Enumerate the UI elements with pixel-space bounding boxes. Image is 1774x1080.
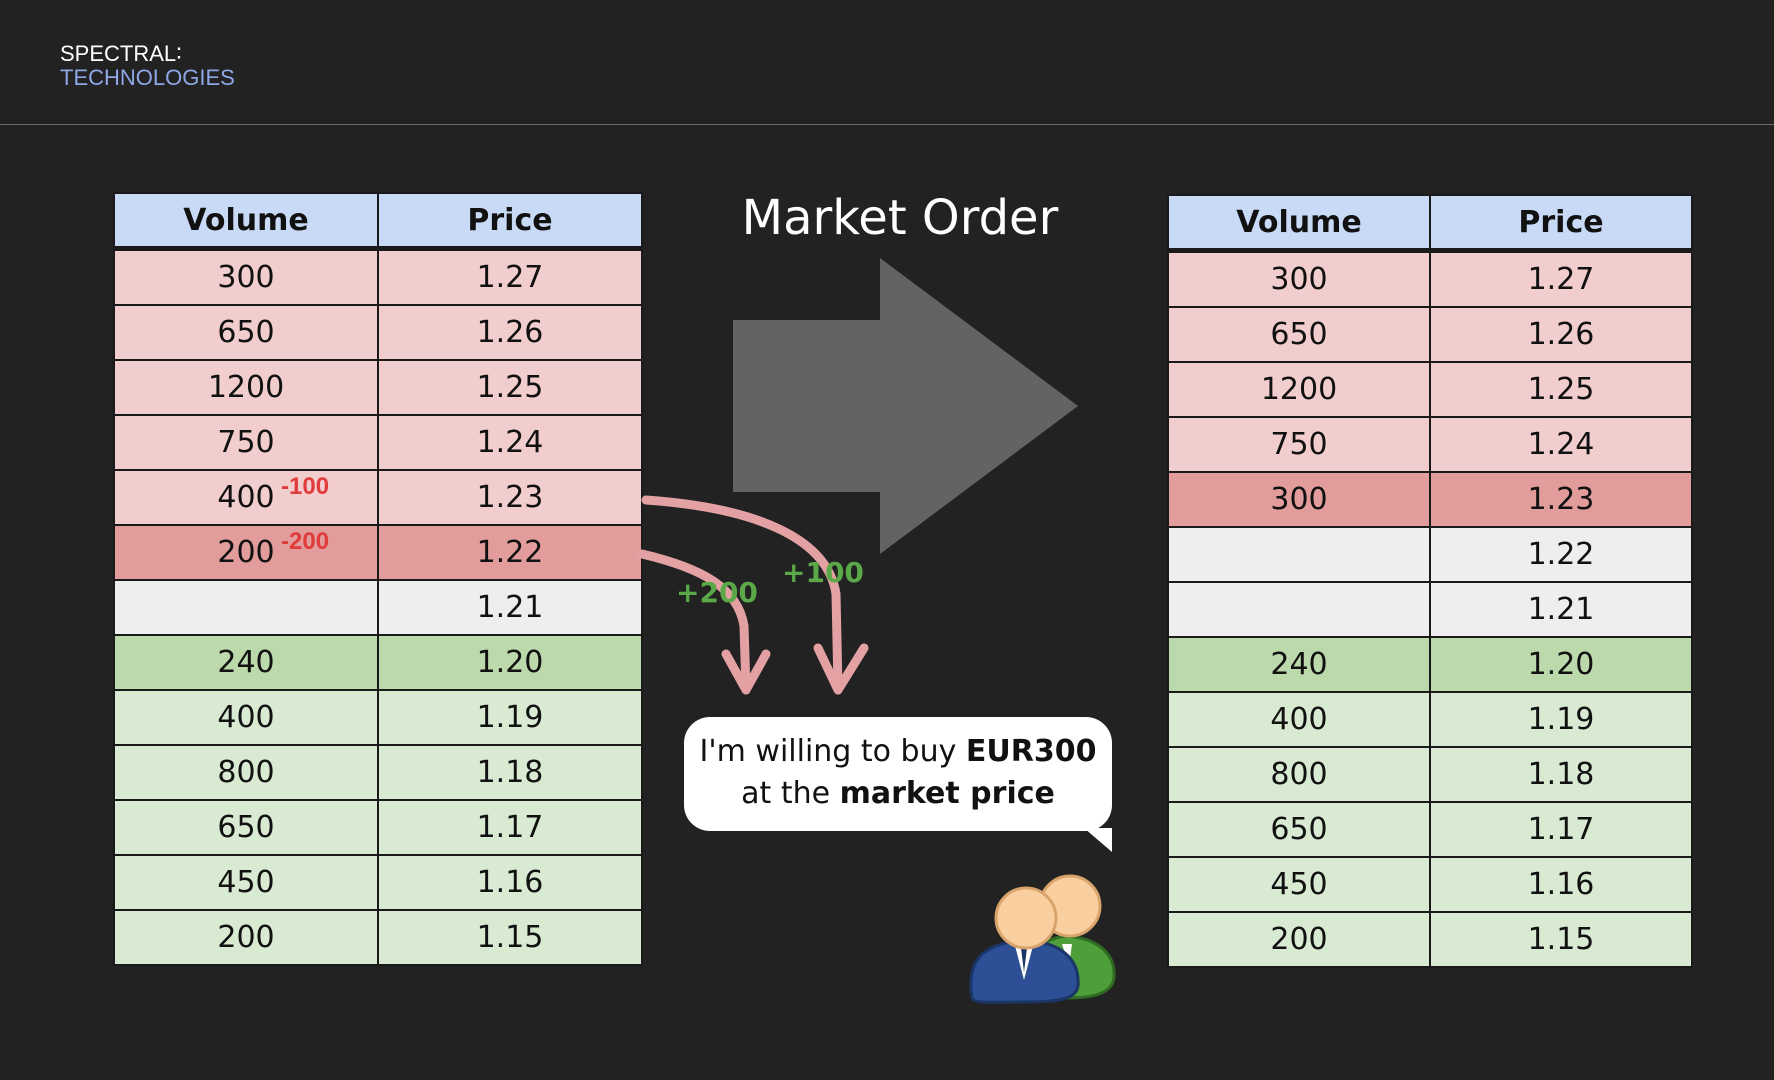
table-row: 300 1.23 [1167,471,1693,528]
price-cell: 1.24 [1429,416,1693,473]
speech-bubble: I'm willing to buy EUR300 at the market … [684,717,1112,831]
volume-cell: 650 [1167,306,1431,363]
volume-cell: 650 [1167,801,1431,858]
volume-cell: 300 [1167,471,1431,528]
price-cell: 1.26 [1429,306,1693,363]
flow-label-200: +200 [676,576,758,609]
volume-header: Volume [1167,194,1431,253]
bubble-line1: I'm willing to buy EUR300 [684,731,1112,773]
bubble-line1-text: I'm willing to buy [699,734,966,769]
table-row: 1.22 [1167,526,1693,583]
price-cell: 1.16 [1429,856,1693,913]
order-book-after-body: 300 1.27 650 1.26 1200 1.25 750 1.24 300 1.23 1.22… [1167,249,1693,968]
volume-cell: 240 [1167,636,1431,693]
volume-cell: 800 [1167,746,1431,803]
volume-cell: 400 [1167,691,1431,748]
table-row: 450 1.16 [1167,856,1693,913]
bubble-line2-text: at the [741,776,840,811]
table-row: 300 1.27 [1167,249,1693,308]
flow-label-100: +100 [782,556,864,589]
volume-cell: 1200 [1167,361,1431,418]
volume-value: 650 [1270,317,1328,352]
volume-value: 650 [1270,812,1328,847]
table-row: 1.21 [1167,581,1693,638]
table-row: 200 1.15 [1167,911,1693,968]
volume-cell: 200 [1167,911,1431,968]
volume-value: 200 [1270,922,1328,957]
price-cell: 1.20 [1429,636,1693,693]
volume-value: 750 [1270,427,1328,462]
header-row: Volume Price [1167,194,1693,253]
table-row: 240 1.20 [1167,636,1693,693]
bubble-line2-bold: market price [839,776,1055,811]
table-row: 650 1.26 [1167,306,1693,363]
volume-cell: 300 [1167,249,1431,308]
price-cell: 1.25 [1429,361,1693,418]
price-cell: 1.19 [1429,691,1693,748]
volume-cell [1167,581,1431,638]
table-row: 400 1.19 [1167,691,1693,748]
volume-cell: 450 [1167,856,1431,913]
volume-value: 800 [1270,757,1328,792]
price-cell: 1.23 [1429,471,1693,528]
volume-value: 300 [1270,262,1328,297]
volume-value: 240 [1270,647,1328,682]
bubble-line1-bold: EUR300 [965,734,1097,769]
bubble-line2: at the market price [684,773,1112,815]
table-row: 800 1.18 [1167,746,1693,803]
table-row: 750 1.24 [1167,416,1693,473]
price-cell: 1.17 [1429,801,1693,858]
people-icon [969,874,1116,1004]
volume-value: 450 [1270,867,1328,902]
price-cell: 1.15 [1429,911,1693,968]
price-header: Price [1429,194,1693,253]
volume-cell [1167,526,1431,583]
price-cell: 1.22 [1429,526,1693,583]
volume-cell: 750 [1167,416,1431,473]
volume-value: 1200 [1260,372,1338,407]
price-cell: 1.21 [1429,581,1693,638]
volume-value: 300 [1270,482,1328,517]
price-cell: 1.18 [1429,746,1693,803]
table-row: 1200 1.25 [1167,361,1693,418]
table-row: 650 1.17 [1167,801,1693,858]
order-book-after: Volume Price 300 1.27 650 1.26 1200 1.25 750 1.… [1167,194,1693,968]
volume-value: 400 [1270,702,1328,737]
price-cell: 1.27 [1429,249,1693,308]
